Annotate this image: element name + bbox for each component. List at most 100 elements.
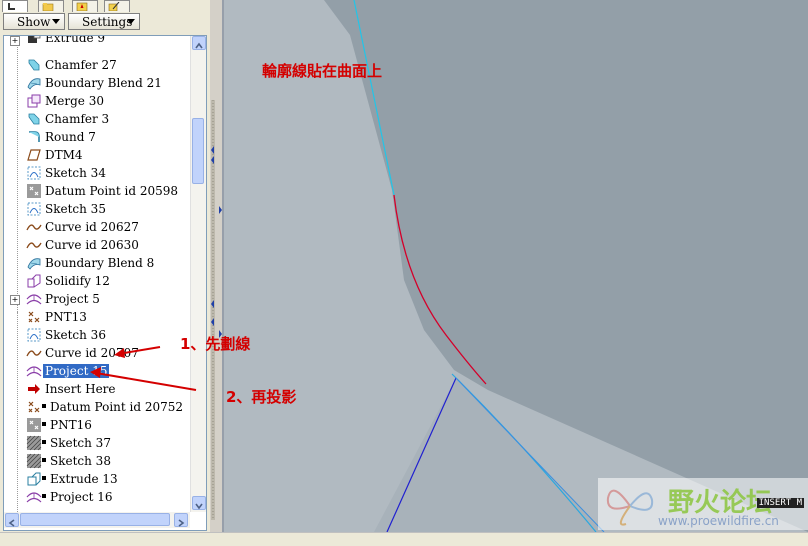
model-tree-panel: Show Settings + Extrude 9 Chamfer 27 Bou… (0, 0, 211, 532)
panel-tab-strip (0, 0, 210, 12)
boundary-blend-icon (27, 258, 41, 270)
tree-item-extrude-13[interactable]: Extrude 13 (4, 470, 190, 488)
tree-item-curve-20627[interactable]: Curve id 20627 (4, 218, 190, 236)
annotation-top-note: 輪廓線貼在曲面上 (262, 62, 383, 80)
tree-item-insert-here[interactable]: Insert Here (4, 380, 190, 398)
tree-item-merge-30[interactable]: Merge 30 (4, 92, 190, 110)
tree-item-solidify-12[interactable]: Solidify 12 (4, 272, 190, 290)
tree-item-chamfer-3[interactable]: Chamfer 3 (4, 110, 190, 128)
tree-item-label: Chamfer 27 (45, 58, 117, 72)
point-icon (28, 311, 40, 323)
extrude-icon (28, 36, 41, 43)
tree-item-label: Solidify 12 (45, 274, 110, 288)
insert-here-arrow-icon (28, 384, 40, 394)
sketch-icon (27, 166, 41, 180)
model-tree[interactable]: + Extrude 9 Chamfer 27 Boundary Blend 21… (3, 35, 207, 531)
tree-item-round-7[interactable]: Round 7 (4, 128, 190, 146)
tree-item-label: Curve id 20707 (45, 346, 139, 360)
chevron-down-icon (195, 503, 203, 510)
suppressed-marker-icon (42, 476, 46, 480)
tree-item-label: DTM4 (45, 148, 83, 162)
show-dropdown-button[interactable]: Show (3, 13, 65, 30)
suppressed-marker-icon (42, 458, 46, 462)
tree-item-dtm4[interactable]: DTM4 (4, 146, 190, 164)
tree-item-label: Sketch 38 (50, 454, 111, 468)
tree-item-label: Chamfer 3 (45, 112, 110, 126)
point-icon (28, 401, 40, 413)
tree-item-pnt16[interactable]: PNT16 (4, 416, 190, 434)
scroll-thumb[interactable] (192, 118, 204, 184)
tree-item-label: Boundary Blend 8 (45, 256, 155, 270)
tree-item-boundary-blend-8[interactable]: Boundary Blend 8 (4, 254, 190, 272)
tree-item-chamfer-27[interactable]: Chamfer 27 (4, 56, 190, 74)
tree-item-label: Sketch 37 (50, 436, 111, 450)
tab-connections[interactable] (104, 0, 130, 12)
tree-item-project-16[interactable]: Project 16 (4, 488, 190, 506)
chevron-down-icon (52, 19, 60, 24)
expand-icon[interactable]: + (10, 295, 20, 305)
solidify-icon (27, 274, 41, 288)
tree-item-boundary-blend-21[interactable]: Boundary Blend 21 (4, 74, 190, 92)
sketch-icon (27, 328, 41, 342)
tree-item-project-5[interactable]: + Project 5 (4, 290, 190, 308)
panel-splitter[interactable] (210, 0, 224, 532)
tab-favorites[interactable] (72, 0, 98, 12)
expand-icon[interactable]: + (10, 36, 20, 46)
tree-item-label: Datum Point id 20598 (45, 184, 179, 198)
suppressed-marker-icon (42, 422, 46, 426)
sketch-hatched-icon (26, 435, 42, 451)
connections-icon (108, 2, 120, 11)
tree-item-sketch-37[interactable]: Sketch 37 (4, 434, 190, 452)
watermark-url: www.proewildfire.cn (658, 514, 779, 528)
tree-item-curve-20707[interactable]: Curve id 20707 (4, 344, 190, 362)
curve-icon (26, 242, 42, 249)
settings-dropdown-button[interactable]: Settings (68, 13, 140, 30)
tree-item-label: PNT16 (50, 418, 92, 432)
curve-icon (26, 350, 42, 357)
scroll-thumb[interactable] (20, 513, 170, 526)
annotation-step-2: 2、再投影 (226, 388, 297, 406)
tree-item-datum-point-20752[interactable]: Datum Point id 20752 (4, 398, 190, 416)
tree-horizontal-scrollbar[interactable] (4, 512, 190, 528)
boundary-blend-icon (27, 78, 41, 90)
tree-item-extrude-9[interactable]: + Extrude 9 (4, 36, 190, 47)
tree-item-sketch-35[interactable]: Sketch 35 (4, 200, 190, 218)
tree-item-label-selected: Project 15 (43, 364, 110, 378)
suppressed-marker-icon (42, 404, 46, 408)
settings-button-label: Settings (82, 15, 133, 29)
tab-model-tree[interactable] (2, 0, 28, 12)
chevron-left-icon (8, 519, 15, 527)
tree-item-datum-point-20598[interactable]: Datum Point id 20598 (4, 182, 190, 200)
favorites-icon (76, 2, 88, 11)
tree-item-sketch-38[interactable]: Sketch 38 (4, 452, 190, 470)
scroll-down-button[interactable] (192, 496, 206, 510)
chevron-down-icon (127, 19, 135, 24)
scroll-right-button[interactable] (174, 513, 188, 527)
extrude-icon (27, 472, 41, 486)
project-icon (26, 294, 42, 305)
curve-icon (26, 224, 42, 231)
tree-item-curve-20630[interactable]: Curve id 20630 (4, 236, 190, 254)
chevron-right-icon (178, 519, 185, 527)
tree-item-pnt13[interactable]: PNT13 (4, 308, 190, 326)
project-icon (26, 366, 42, 377)
folder-icon (42, 3, 54, 11)
tree-vertical-scrollbar[interactable] (190, 36, 206, 512)
tree-item-label: Datum Point id 20752 (50, 400, 184, 414)
scroll-up-button[interactable] (192, 36, 206, 50)
tree-item-sketch-36[interactable]: Sketch 36 (4, 326, 190, 344)
show-button-label: Show (17, 15, 51, 29)
status-bar (0, 532, 808, 546)
tree-item-label: PNT13 (45, 310, 87, 324)
tree-item-sketch-34[interactable]: Sketch 34 (4, 164, 190, 182)
sketch-icon (27, 202, 41, 216)
tab-folder-browser[interactable] (38, 0, 64, 12)
datum-point-icon (27, 184, 41, 198)
round-icon (29, 131, 40, 142)
tree-item-label: Boundary Blend 21 (45, 76, 162, 90)
scroll-left-button[interactable] (5, 513, 19, 527)
tree-item-label: Sketch 36 (45, 328, 106, 342)
tree-item-label: Round 7 (45, 130, 96, 144)
tree-item-project-15[interactable]: Project 15 (4, 362, 190, 380)
chamfer-icon (28, 59, 40, 71)
